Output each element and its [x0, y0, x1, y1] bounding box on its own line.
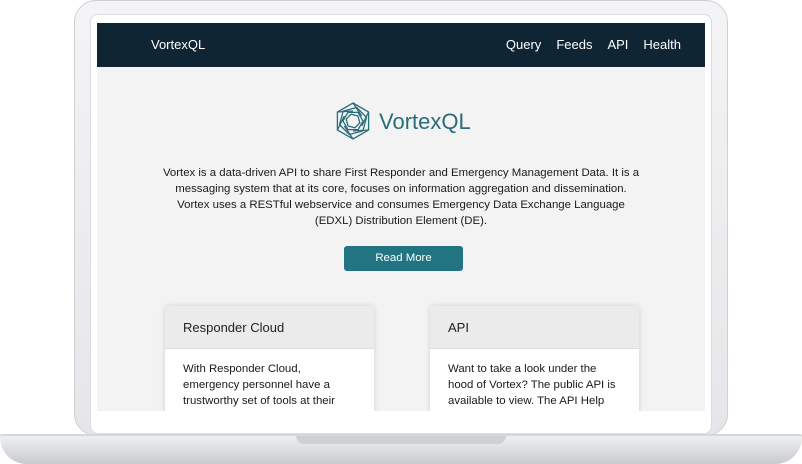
laptop-notch	[296, 436, 506, 444]
nav-link-query[interactable]: Query	[506, 37, 541, 52]
card-title: Responder Cloud	[165, 306, 374, 349]
hero-description: Vortex is a data-driven API to share Fir…	[162, 167, 640, 227]
vortex-logo-icon	[336, 102, 370, 140]
nav-link-health[interactable]: Health	[643, 37, 681, 52]
nav-link-feeds[interactable]: Feeds	[556, 37, 592, 52]
logo-text: VortexQL	[379, 109, 471, 134]
screen: VortexQL Query Feeds API Health VortexQL	[97, 23, 705, 411]
card-title: API	[430, 306, 639, 349]
navbar: VortexQL Query Feeds API Health	[97, 23, 705, 67]
read-more-button[interactable]: Read More	[344, 246, 463, 271]
card-body: Want to take a look under the hood of Vo…	[448, 363, 616, 407]
navbar-brand[interactable]: VortexQL	[151, 37, 205, 52]
nav-links: Query Feeds API Health	[506, 37, 681, 52]
card-responder-cloud: Responder Cloud With Responder Cloud, em…	[165, 306, 374, 411]
card-body: With Responder Cloud, emergency personne…	[183, 363, 335, 407]
nav-link-api[interactable]: API	[607, 37, 628, 52]
card-api: API Want to take a look under the hood o…	[430, 306, 639, 411]
logo: VortexQL	[333, 101, 473, 141]
